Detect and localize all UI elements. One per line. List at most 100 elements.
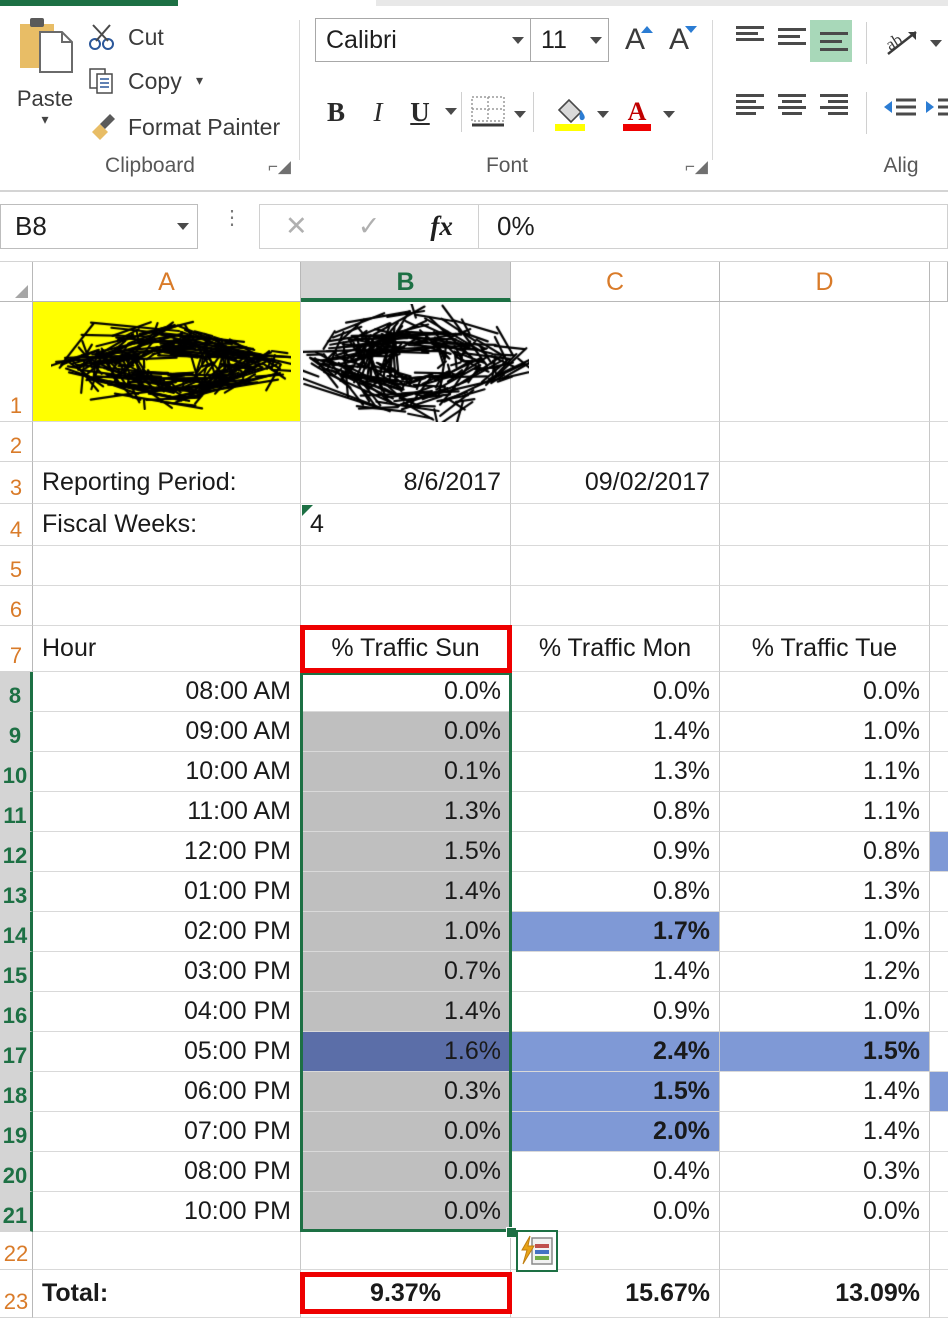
cell-e20[interactable] [930, 1152, 948, 1192]
cell-d11[interactable]: 1.1% [720, 792, 930, 832]
cell-b22[interactable] [301, 1232, 511, 1270]
cell-c23[interactable]: 15.67% [511, 1270, 720, 1318]
formula-input[interactable]: 0% [479, 204, 948, 249]
row-header-4[interactable]: 4 [0, 504, 33, 546]
cell-b23[interactable]: 9.37% [301, 1270, 511, 1318]
cell-b8[interactable]: 0.0% [301, 672, 511, 712]
decrease-indent-icon[interactable] [882, 96, 918, 126]
row-header-9[interactable]: 9 [0, 712, 33, 752]
cell-c14[interactable]: 1.7% [511, 912, 720, 952]
cell-b11[interactable]: 1.3% [301, 792, 511, 832]
cell-b17[interactable]: 1.6% [301, 1032, 511, 1072]
cell-d19[interactable]: 1.4% [720, 1112, 930, 1152]
cell-c4[interactable] [511, 504, 720, 546]
chevron-down-icon[interactable] [590, 36, 602, 44]
column-header-a[interactable]: A [33, 262, 301, 302]
cell-a10[interactable]: 10:00 AM [33, 752, 301, 792]
cell-c7[interactable]: % Traffic Mon [511, 626, 720, 672]
cell-d14[interactable]: 1.0% [720, 912, 930, 952]
align-right-icon[interactable] [814, 92, 852, 126]
cell-d22[interactable] [720, 1232, 930, 1270]
cell-c8[interactable]: 0.0% [511, 672, 720, 712]
cell-c17[interactable]: 2.4% [511, 1032, 720, 1072]
cell-e12[interactable] [930, 832, 948, 872]
cell-b6[interactable] [301, 586, 511, 626]
close-icon[interactable]: ✕ [260, 211, 333, 242]
cell-e4[interactable] [930, 504, 948, 546]
cell-c19[interactable]: 2.0% [511, 1112, 720, 1152]
row-header-22[interactable]: 22 [0, 1232, 33, 1270]
fill-color-dropdown-icon[interactable] [597, 111, 609, 118]
cell-d3[interactable] [720, 462, 930, 504]
cell-c20[interactable]: 0.4% [511, 1152, 720, 1192]
cell-d10[interactable]: 1.1% [720, 752, 930, 792]
cell-d6[interactable] [720, 586, 930, 626]
cell-c5[interactable] [511, 546, 720, 586]
row-header-15[interactable]: 15 [0, 952, 33, 992]
cell-e16[interactable] [930, 992, 948, 1032]
orientation-icon[interactable]: ab [882, 22, 924, 64]
copy-button[interactable]: Copy [88, 60, 182, 102]
decrease-font-size-button[interactable]: A [659, 20, 699, 60]
select-all-corner[interactable] [0, 262, 33, 302]
cell-e11[interactable] [930, 792, 948, 832]
cell-e6[interactable] [930, 586, 948, 626]
row-header-7[interactable]: 7 [0, 626, 33, 672]
cell-b18[interactable]: 0.3% [301, 1072, 511, 1112]
cell-e10[interactable] [930, 752, 948, 792]
italic-button[interactable]: I [359, 90, 397, 134]
cell-b4[interactable]: 4 [301, 504, 511, 546]
cell-a15[interactable]: 03:00 PM [33, 952, 301, 992]
cell-c1[interactable] [511, 302, 720, 422]
cell-d15[interactable]: 1.2% [720, 952, 930, 992]
middle-align-icon[interactable] [772, 24, 810, 58]
cell-b2[interactable] [301, 422, 511, 462]
bold-button[interactable]: B [317, 90, 355, 134]
row-header-17[interactable]: 17 [0, 1032, 33, 1072]
cell-a16[interactable]: 04:00 PM [33, 992, 301, 1032]
cell-c3[interactable]: 09/02/2017 [511, 462, 720, 504]
font-size-combo[interactable]: 11 [531, 18, 609, 62]
cell-e13[interactable] [930, 872, 948, 912]
cell-e14[interactable] [930, 912, 948, 952]
cell-c21[interactable]: 0.0% [511, 1192, 720, 1232]
row-header-1[interactable]: 1 [0, 302, 33, 422]
name-box[interactable]: B8 [0, 204, 198, 249]
cell-a7[interactable]: Hour [33, 626, 301, 672]
cell-c9[interactable]: 1.4% [511, 712, 720, 752]
cell-a9[interactable]: 09:00 AM [33, 712, 301, 752]
cell-d1[interactable] [720, 302, 930, 422]
cell-e18[interactable] [930, 1072, 948, 1112]
row-header-5[interactable]: 5 [0, 546, 33, 586]
chevron-down-icon[interactable] [512, 36, 524, 44]
cell-c12[interactable]: 0.9% [511, 832, 720, 872]
cell-a3[interactable]: Reporting Period: [33, 462, 301, 504]
column-header-c[interactable]: C [511, 262, 720, 302]
cell-b20[interactable]: 0.0% [301, 1152, 511, 1192]
chevron-down-icon[interactable]: ▾ [6, 112, 84, 126]
cell-a11[interactable]: 11:00 AM [33, 792, 301, 832]
font-color-button[interactable]: A [621, 94, 653, 132]
cell-b9[interactable]: 0.0% [301, 712, 511, 752]
column-header-b[interactable]: B [301, 262, 511, 302]
column-header-e[interactable] [930, 262, 948, 302]
cell-a8[interactable]: 08:00 AM [33, 672, 301, 712]
row-header-3[interactable]: 3 [0, 462, 33, 504]
cell-e1[interactable] [930, 302, 948, 422]
cell-e15[interactable] [930, 952, 948, 992]
cell-b13[interactable]: 1.4% [301, 872, 511, 912]
increase-font-size-button[interactable]: A [615, 20, 655, 60]
row-header-2[interactable]: 2 [0, 422, 33, 462]
cell-d9[interactable]: 1.0% [720, 712, 930, 752]
row-header-13[interactable]: 13 [0, 872, 33, 912]
cell-b19[interactable]: 0.0% [301, 1112, 511, 1152]
cell-b16[interactable]: 1.4% [301, 992, 511, 1032]
cell-a21[interactable]: 10:00 PM [33, 1192, 301, 1232]
cell-b12[interactable]: 1.5% [301, 832, 511, 872]
cell-a6[interactable] [33, 586, 301, 626]
cell-d23[interactable]: 13.09% [720, 1270, 930, 1318]
cell-e9[interactable] [930, 712, 948, 752]
underline-dropdown-icon[interactable] [445, 108, 457, 115]
row-header-16[interactable]: 16 [0, 992, 33, 1032]
row-header-10[interactable]: 10 [0, 752, 33, 792]
